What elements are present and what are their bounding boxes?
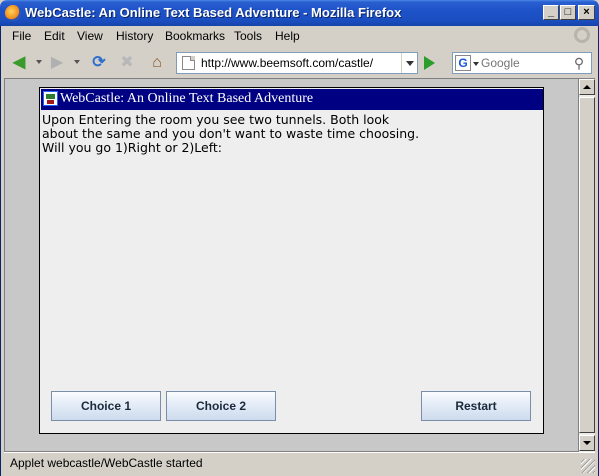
stop-icon[interactable]: ✖ xyxy=(116,52,138,74)
vertical-scrollbar[interactable] xyxy=(579,78,595,452)
magnifier-icon[interactable]: ⚲ xyxy=(571,55,587,71)
back-arrow-icon[interactable]: ◀ xyxy=(8,52,30,74)
choice-2-button[interactable]: Choice 2 xyxy=(166,391,276,421)
url-dropdown-icon[interactable] xyxy=(401,53,417,73)
menu-tools[interactable]: Tools xyxy=(234,29,262,43)
scroll-down-button[interactable] xyxy=(579,435,595,451)
status-text: Applet webcastle/WebCastle started xyxy=(10,456,203,470)
scroll-thumb[interactable] xyxy=(579,97,595,433)
home-icon[interactable]: ⌂ xyxy=(146,52,168,74)
search-box[interactable]: G ⚲ xyxy=(452,52,592,74)
minimize-button[interactable]: _ xyxy=(543,5,559,20)
webcastle-applet: WebCastle: An Online Text Based Adventur… xyxy=(39,87,544,434)
castle-icon xyxy=(43,91,58,106)
scroll-up-button[interactable] xyxy=(579,79,595,95)
menu-bookmarks[interactable]: Bookmarks xyxy=(165,29,225,43)
menu-edit[interactable]: Edit xyxy=(44,29,65,43)
throbber-icon xyxy=(574,27,590,43)
resize-grip-icon[interactable] xyxy=(581,459,595,473)
choice-1-button[interactable]: Choice 1 xyxy=(51,391,161,421)
url-text: http://www.beemsoft.com/castle/ xyxy=(201,56,374,70)
maximize-button[interactable]: □ xyxy=(560,5,576,20)
firefox-logo-icon xyxy=(5,5,21,21)
menu-file[interactable]: File xyxy=(12,29,31,43)
reload-icon[interactable]: ⟳ xyxy=(88,52,110,74)
window-title-bar[interactable]: WebCastle: An Online Text Based Adventur… xyxy=(0,0,599,26)
menu-view[interactable]: View xyxy=(77,29,103,43)
menu-bar: File Edit View History Bookmarks Tools H… xyxy=(4,27,594,47)
menu-history[interactable]: History xyxy=(116,29,153,43)
navigation-toolbar: ◀ ▶ ⟳ ✖ ⌂ http://www.beemsoft.com/castle… xyxy=(4,48,595,78)
menu-help[interactable]: Help xyxy=(275,29,300,43)
applet-title-bar: WebCastle: An Online Text Based Adventur… xyxy=(41,89,543,110)
window-title: WebCastle: An Online Text Based Adventur… xyxy=(25,5,402,20)
close-button[interactable]: × xyxy=(578,5,595,20)
search-engine-dropdown-icon[interactable] xyxy=(473,62,479,66)
restart-button[interactable]: Restart xyxy=(421,391,531,421)
applet-title: WebCastle: An Online Text Based Adventur… xyxy=(60,91,314,106)
url-bar[interactable]: http://www.beemsoft.com/castle/ xyxy=(176,52,418,74)
forward-history-dropdown-icon[interactable] xyxy=(74,60,80,64)
page-favicon-icon xyxy=(182,56,195,70)
search-input[interactable] xyxy=(481,56,561,70)
go-arrow-icon[interactable] xyxy=(424,56,435,70)
back-history-dropdown-icon[interactable] xyxy=(36,60,42,64)
google-engine-icon[interactable]: G xyxy=(455,55,471,71)
story-text: Upon Entering the room you see two tunne… xyxy=(42,112,420,155)
status-bar: Applet webcastle/WebCastle started xyxy=(4,452,595,473)
forward-arrow-icon[interactable]: ▶ xyxy=(46,52,68,74)
